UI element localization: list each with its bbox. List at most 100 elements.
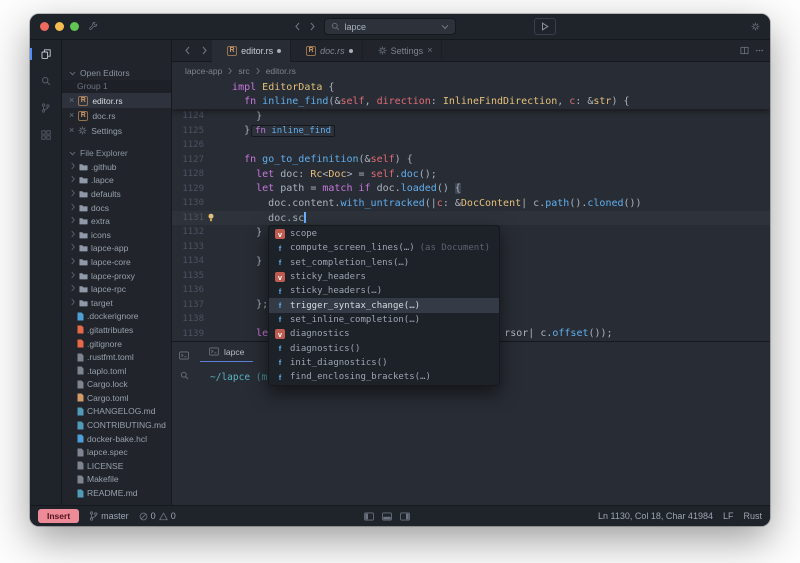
chevron-right-icon (70, 162, 76, 172)
completion-item[interactable]: v diagnostics (269, 327, 499, 341)
close-window-button[interactable] (40, 22, 49, 31)
editor-tab[interactable]: Settings× (363, 40, 443, 62)
folder-item[interactable]: lapce-core (62, 255, 171, 269)
language-mode[interactable]: Rust (743, 511, 762, 521)
breadcrumb-item[interactable]: lapce-app (185, 66, 222, 76)
file-item[interactable]: Cargo.lock (62, 378, 171, 392)
folder-icon (79, 244, 88, 252)
file-item[interactable]: .taplo.toml (62, 364, 171, 378)
chevron-right-icon (70, 257, 76, 267)
global-search-icon[interactable] (41, 76, 51, 88)
folder-item[interactable]: .github (62, 160, 171, 174)
search-panel-icon[interactable] (180, 371, 189, 380)
problems-indicator[interactable]: 0 0 (139, 511, 176, 521)
file-item[interactable]: docker-bake.hcl (62, 432, 171, 446)
file-item[interactable]: .gitattributes (62, 323, 171, 337)
file-item[interactable]: README.md (62, 486, 171, 500)
open-editors-list: ×Reditor.rs×Rdoc.rs×Settings (62, 93, 171, 138)
close-icon[interactable]: × (427, 46, 432, 55)
file-item[interactable]: lapce.spec (62, 445, 171, 459)
chevron-right-icon (70, 298, 76, 308)
file-explorer-icon[interactable] (41, 49, 51, 61)
file-item[interactable]: .dockerignore (62, 310, 171, 324)
completion-item[interactable]: vsticky_headers (269, 270, 499, 284)
toggle-left-panel-icon[interactable] (364, 512, 374, 521)
close-icon[interactable]: × (69, 126, 74, 135)
split-editor-icon[interactable] (740, 46, 749, 55)
completion-item[interactable]: fset_inline_completion(…) (269, 313, 499, 327)
completion-item[interactable]: fset_completion_lens(…) (269, 256, 499, 270)
error-count: 0 (151, 511, 156, 521)
completion-item[interactable]: ftrigger_syntax_change(…) (269, 298, 499, 312)
command-palette[interactable]: lapce (324, 18, 456, 35)
code-text: } { (218, 256, 274, 267)
folder-item[interactable]: target (62, 296, 171, 310)
folder-item[interactable]: .lapce (62, 174, 171, 188)
breadcrumb-item[interactable]: src (238, 66, 249, 76)
close-icon[interactable]: × (69, 96, 74, 105)
run-button[interactable] (534, 18, 556, 35)
folder-item[interactable]: lapce-rpc (62, 282, 171, 296)
open-editor-item[interactable]: ×Reditor.rs (62, 93, 171, 108)
folder-item[interactable]: icons (62, 228, 171, 242)
plugins-icon[interactable] (41, 130, 51, 142)
code-text: doc.content.with_untracked(|c: &DocConte… (218, 198, 642, 209)
zoom-window-button[interactable] (70, 22, 79, 31)
entry-label: target (91, 298, 113, 308)
code-line: 1128 let doc: Rc<Doc> = self.doc(); (172, 167, 770, 182)
variable-kind-icon: v (275, 329, 285, 339)
folder-item[interactable]: docs (62, 201, 171, 215)
folder-item[interactable]: extra (62, 214, 171, 228)
chevron-down-icon (69, 151, 76, 156)
completion-label: diagnostics (290, 329, 350, 339)
rust-file-icon: R (306, 46, 316, 56)
editor-tab[interactable]: Rdoc.rs (291, 40, 363, 62)
more-actions-icon[interactable] (755, 46, 764, 55)
toggle-bottom-panel-icon[interactable] (382, 512, 392, 521)
editor-tab[interactable]: Reditor.rs (212, 40, 291, 62)
folder-item[interactable]: defaults (62, 187, 171, 201)
file-item[interactable]: .rustfmt.toml (62, 350, 171, 364)
folder-item[interactable]: lapce-app (62, 242, 171, 256)
settings-icon[interactable] (751, 22, 760, 31)
warning-icon (159, 512, 168, 521)
terminal-tab[interactable]: lapce (200, 342, 253, 362)
nav-back-icon[interactable] (294, 22, 301, 31)
close-icon[interactable]: × (69, 111, 74, 120)
tabs-forward-icon[interactable] (201, 46, 208, 55)
completion-item[interactable]: fsticky_headers(…) (269, 284, 499, 298)
completion-label: scope (290, 229, 317, 239)
line-ending[interactable]: LF (723, 511, 734, 521)
editor-group-label[interactable]: Group 1 (62, 80, 171, 93)
source-control-icon[interactable] (41, 103, 50, 115)
completion-item[interactable]: vscope (269, 227, 499, 241)
file-icon (77, 366, 84, 375)
file-item[interactable]: CHANGELOG.md (62, 405, 171, 419)
file-item[interactable]: LICENSE (62, 459, 171, 473)
open-editors-header[interactable]: Open Editors (62, 66, 171, 80)
file-item[interactable]: Cargo.toml (62, 391, 171, 405)
breadcrumb-item[interactable]: editor.rs (266, 66, 296, 76)
completion-item[interactable]: fcompute_screen_lines(…) (as Document) (269, 241, 499, 255)
open-editor-item[interactable]: ×Rdoc.rs (62, 108, 171, 123)
remote-icon[interactable] (89, 22, 98, 31)
completion-item[interactable]: fdiagnostics() (269, 341, 499, 355)
minimize-window-button[interactable] (55, 22, 64, 31)
terminal-panel-icon[interactable] (179, 351, 189, 360)
line-number: 1139 (172, 329, 204, 339)
nav-forward-icon[interactable] (309, 22, 316, 31)
completion-item[interactable]: finit_diagnostics() (269, 356, 499, 370)
branch-indicator[interactable]: master (89, 511, 129, 521)
prompt-path: ~/lapce (210, 372, 250, 383)
file-item[interactable]: .gitignore (62, 337, 171, 351)
cursor-position[interactable]: Ln 1130, Col 18, Char 41984 (598, 511, 713, 521)
chevron-right-icon (70, 271, 76, 281)
folder-item[interactable]: lapce-proxy (62, 269, 171, 283)
toggle-right-panel-icon[interactable] (400, 512, 410, 521)
completion-item[interactable]: ffind_enclosing_brackets(…) (269, 370, 499, 384)
file-item[interactable]: CONTRIBUTING.md (62, 418, 171, 432)
open-editor-item[interactable]: ×Settings (62, 123, 171, 138)
file-explorer-header[interactable]: File Explorer (62, 146, 171, 160)
file-item[interactable]: Makefile (62, 473, 171, 487)
tabs-back-icon[interactable] (184, 46, 191, 55)
